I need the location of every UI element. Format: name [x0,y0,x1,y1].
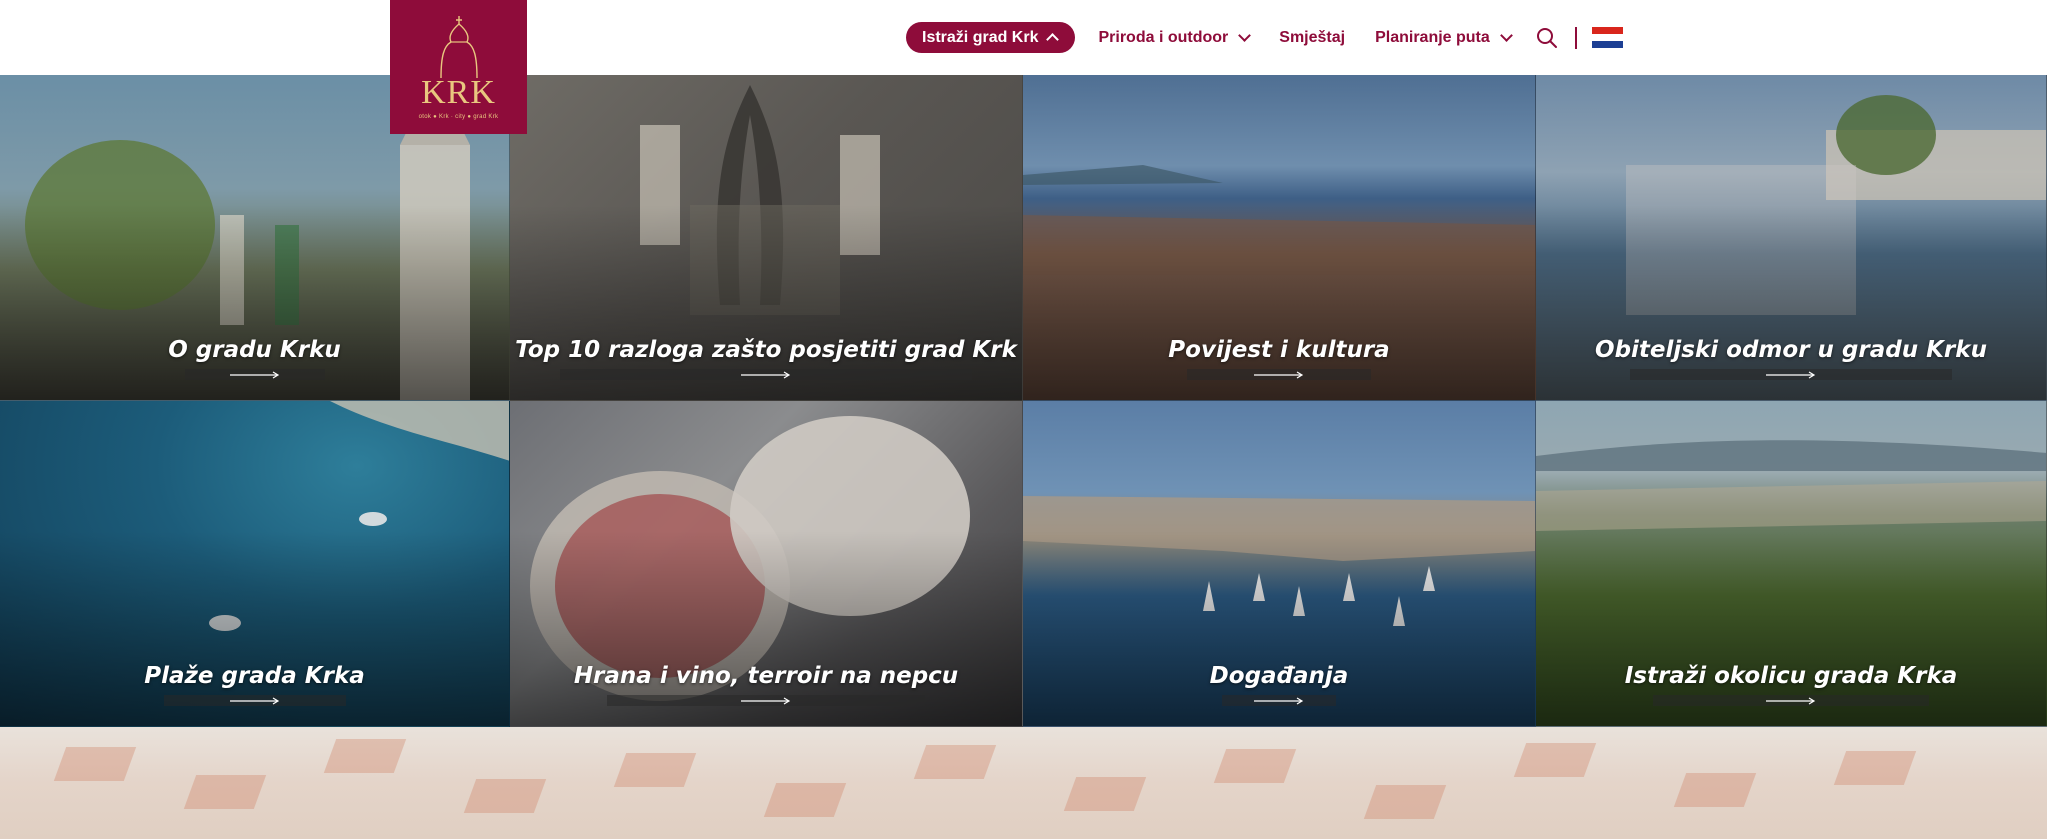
logo-wordmark: KRK [421,74,496,111]
arrow-right-icon [607,695,925,706]
tile-title: Top 10 razloga zašto posjetiti grad Krk [515,337,1017,363]
arrow-right-icon [1187,369,1371,380]
tile-title: Istraži okolicu grada Krka [1624,663,1958,689]
nav-label: Priroda i outdoor [1098,28,1229,46]
tile-istrazi-okolicu[interactable]: Istraži okolicu grada Krka [1536,401,2047,727]
nav-label: Planiranje puta [1375,28,1490,46]
tile-obiteljski-odmor[interactable]: Obiteljski odmor u gradu Krku [1536,75,2047,401]
tile-povijest-i-kultura[interactable]: Povijest i kultura [1023,75,1536,401]
nav-label: Istraži grad Krk [922,28,1039,46]
tile-title: Obiteljski odmor u gradu Krku [1595,337,1987,363]
nav-item-smjestaj[interactable]: Smještaj [1279,29,1345,47]
tile-caption: Obiteljski odmor u gradu Krku [1536,337,2046,380]
arrow-right-icon [1653,695,1929,706]
arrow-right-icon [163,695,346,706]
tile-caption: Hrana i vino, terroir na nepcu [510,663,1022,706]
arrow-right-icon [560,369,972,380]
tile-caption: Top 10 razloga zašto posjetiti grad Krk [510,337,1022,380]
tile-hrana-i-vino[interactable]: Hrana i vino, terroir na nepcu [510,401,1023,727]
site-header: Istraži grad Krk Priroda i outdoor Smješ… [0,0,2047,75]
tile-caption: Plaže grada Krka [0,663,509,706]
nav-item-planiranje-puta[interactable]: Planiranje puta [1375,28,1513,47]
croatian-flag-icon[interactable] [1591,27,1623,48]
tile-caption: Istraži okolicu grada Krka [1536,663,2046,706]
nav-label: Smještaj [1279,28,1346,46]
nav-item-istrazi-grad-krk[interactable]: Istraži grad Krk [906,22,1076,53]
tile-caption: O gradu Krku [0,337,509,380]
chevron-up-icon [1046,33,1060,46]
site-logo[interactable]: KRK otok ● Krk · city ● grad Krk [390,0,527,134]
tile-title: Povijest i kultura [1168,337,1390,363]
tile-plaze-grada-krka[interactable]: Plaže grada Krka [0,401,510,727]
main-nav: Istraži grad Krk Priroda i outdoor Smješ… [906,0,1623,75]
arrow-right-icon [1222,695,1336,706]
arrow-right-icon [1630,369,1952,380]
logo-tagline: otok ● Krk · city ● grad Krk [418,114,499,120]
tile-title: Plaže grada Krka [144,663,365,689]
chevron-down-icon [1499,28,1513,42]
tile-top-10-razloga[interactable]: Top 10 razloga zašto posjetiti grad Krk [510,75,1023,401]
arrow-right-icon [184,369,325,380]
tile-title: O gradu Krku [168,337,341,363]
tile-title: Hrana i vino, terroir na nepcu [573,663,959,689]
nav-divider [1574,26,1577,49]
tile-caption: Događanja [1023,663,1535,706]
nav-item-priroda-i-outdoor[interactable]: Priroda i outdoor [1098,28,1252,47]
search-icon[interactable] [1535,26,1559,50]
chevron-down-icon [1238,28,1252,42]
tile-caption: Povijest i kultura [1023,337,1535,380]
explore-tiles-grid: O gradu Krku Top 10 razloga zašto posjet… [0,75,2047,727]
background-town-image [0,727,2047,839]
tile-title: Događanja [1209,663,1349,689]
tile-dogadanja[interactable]: Događanja [1023,401,1536,727]
church-dome-icon [439,16,478,79]
